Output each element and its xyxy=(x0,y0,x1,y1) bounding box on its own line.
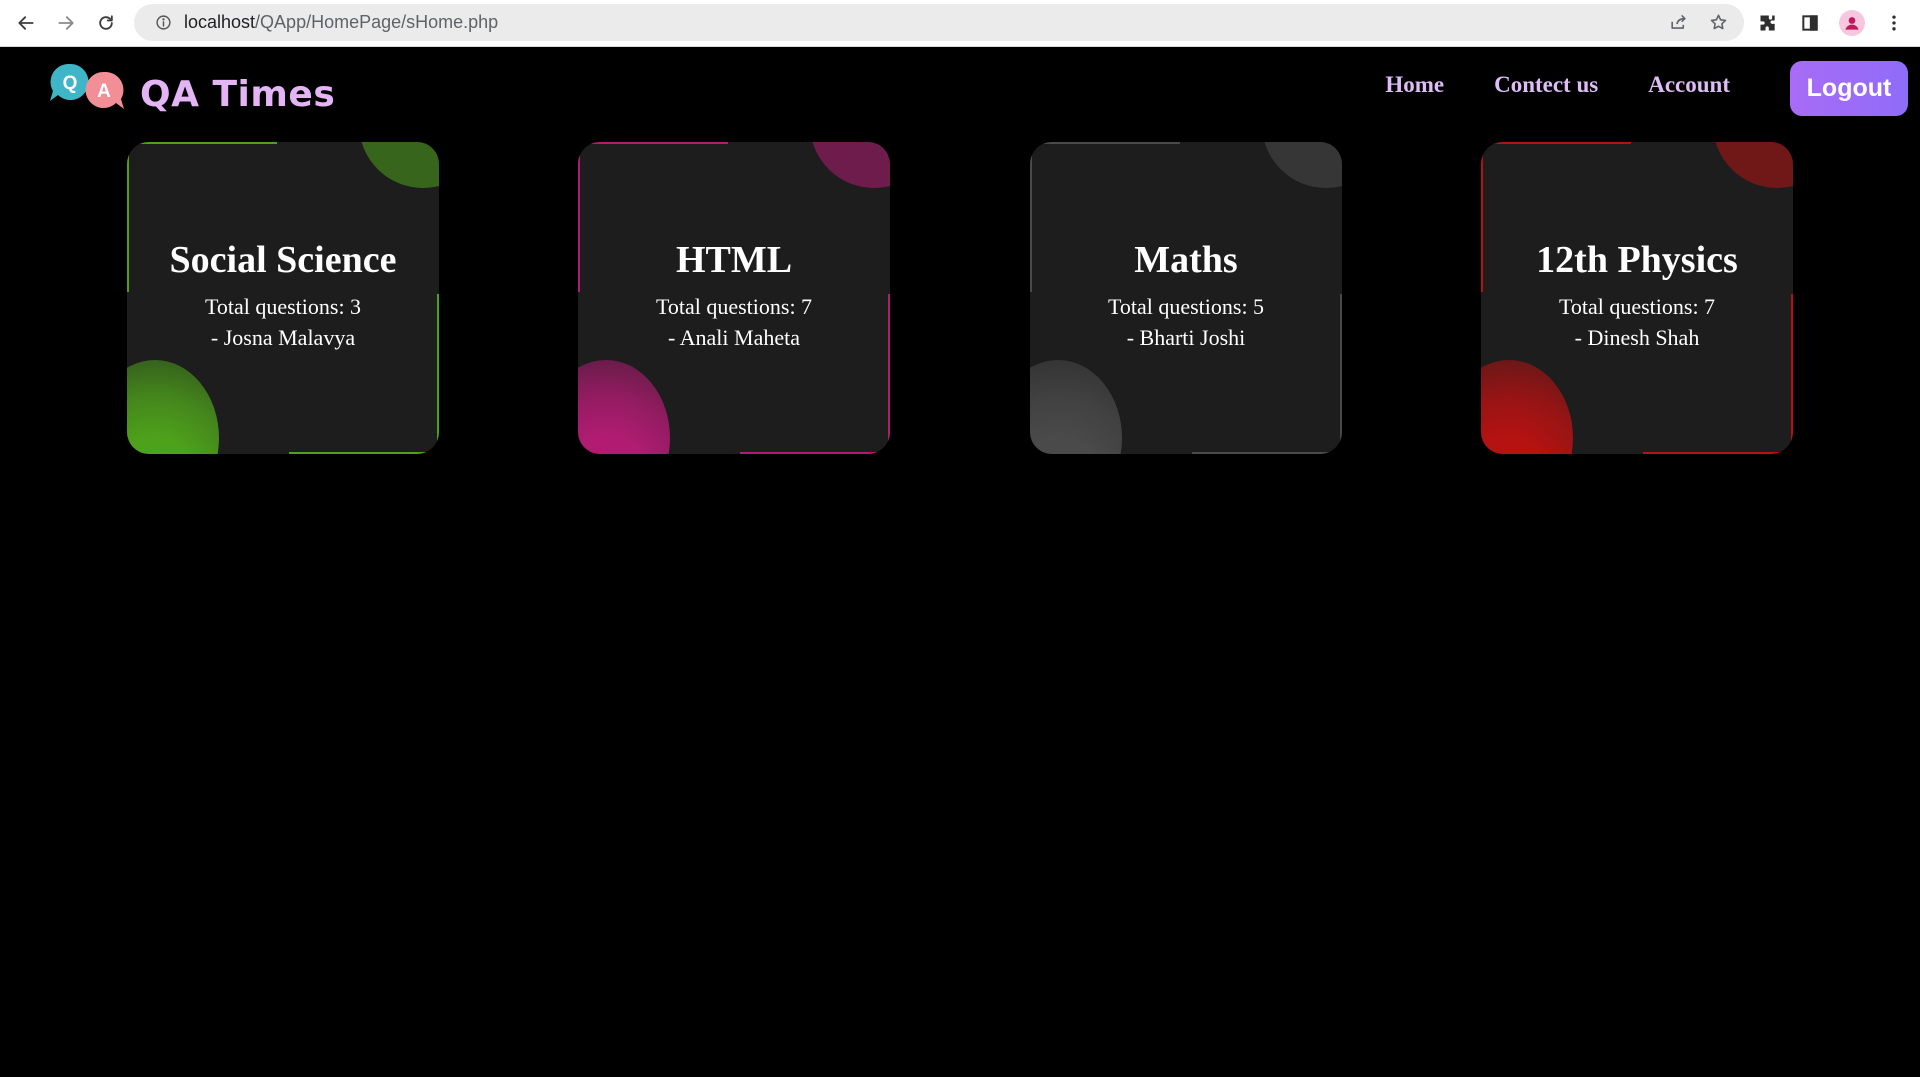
site-brand[interactable]: QA Times xyxy=(140,74,335,115)
card-edge xyxy=(1643,452,1793,454)
logo-letter-a: A xyxy=(97,81,111,102)
card-decoration xyxy=(1481,360,1573,454)
card-decoration xyxy=(578,360,670,454)
info-icon[interactable] xyxy=(146,6,180,40)
card-question-count: Total questions: 7 xyxy=(1558,294,1716,319)
side-panel-icon[interactable] xyxy=(1792,5,1828,41)
share-icon[interactable] xyxy=(1662,7,1694,39)
card-edge xyxy=(127,142,277,144)
card-author: - Anali Maheta xyxy=(668,325,800,350)
nav-home-link[interactable]: Home xyxy=(1385,72,1444,98)
url-path: /QApp/HomePage/sHome.php xyxy=(255,12,499,32)
card-edge xyxy=(289,452,439,454)
url-host: localhost xyxy=(184,12,256,32)
card-title: Maths xyxy=(1134,239,1238,281)
logout-button[interactable]: Logout xyxy=(1790,61,1908,116)
site-header: Q A QA Times Home Contect us Account Log… xyxy=(0,48,1920,138)
card-author: - Dinesh Shah xyxy=(1574,325,1700,350)
card-decoration xyxy=(1030,360,1122,454)
main-nav: Home Contect us Account xyxy=(1385,72,1730,98)
forward-arrow-icon[interactable] xyxy=(46,3,86,43)
card-question-count: Total questions: 5 xyxy=(1107,294,1265,319)
card-edge xyxy=(1030,142,1180,144)
card-title: HTML xyxy=(675,239,793,281)
qa-logo[interactable]: Q A xyxy=(48,60,128,116)
card-decoration xyxy=(810,142,890,188)
nav-account-link[interactable]: Account xyxy=(1648,72,1730,98)
card-question-count: Total questions: 3 xyxy=(204,294,362,319)
category-card[interactable]: Social Science Total questions: 3 - Josn… xyxy=(127,142,439,454)
category-card[interactable]: Maths Total questions: 5 - Bharti Joshi xyxy=(1030,142,1342,454)
nav-contact-link[interactable]: Contect us xyxy=(1494,72,1598,98)
card-edge xyxy=(1192,452,1342,454)
card-decoration xyxy=(1713,142,1793,188)
browser-toolbar: localhost/QApp/HomePage/sHome.php xyxy=(0,0,1920,47)
star-icon[interactable] xyxy=(1702,7,1734,39)
category-cards: Social Science Total questions: 3 - Josn… xyxy=(0,142,1920,454)
card-title: Social Science xyxy=(169,239,397,281)
profile-icon[interactable] xyxy=(1834,5,1870,41)
card-author: - Bharti Joshi xyxy=(1126,325,1246,350)
extensions-icon[interactable] xyxy=(1750,5,1786,41)
card-decoration xyxy=(1262,142,1342,188)
card-decoration xyxy=(359,142,439,188)
card-edge xyxy=(1481,142,1631,144)
category-card[interactable]: HTML Total questions: 7 - Anali Maheta xyxy=(578,142,890,454)
card-author: - Josna Malavya xyxy=(210,325,356,350)
card-question-count: Total questions: 7 xyxy=(655,294,813,319)
logo-letter-q: Q xyxy=(63,73,78,94)
card-edge xyxy=(740,452,890,454)
card-edge xyxy=(578,142,728,144)
address-bar[interactable]: localhost/QApp/HomePage/sHome.php xyxy=(134,4,1744,41)
reload-icon[interactable] xyxy=(86,3,126,43)
back-arrow-icon[interactable] xyxy=(6,3,46,43)
card-decoration xyxy=(127,360,219,454)
category-card[interactable]: 12th Physics Total questions: 7 - Dinesh… xyxy=(1481,142,1793,454)
url-text: localhost/QApp/HomePage/sHome.php xyxy=(184,12,498,33)
menu-dots-icon[interactable] xyxy=(1876,5,1912,41)
card-title: 12th Physics xyxy=(1536,239,1738,281)
